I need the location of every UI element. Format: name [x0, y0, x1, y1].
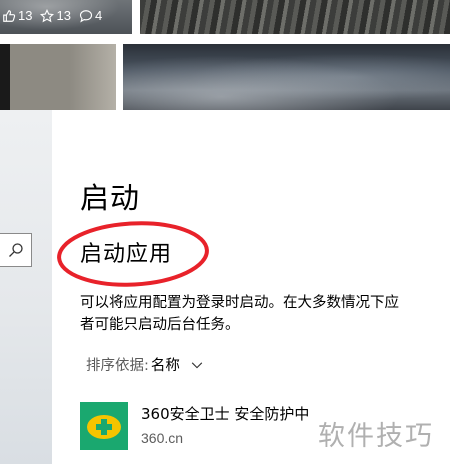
- settings-search-box[interactable]: [0, 233, 32, 267]
- like-count-value: 13: [18, 8, 33, 23]
- sort-label: 排序依据:: [86, 358, 149, 374]
- star-icon: [40, 8, 55, 22]
- photo-stats: 13 13 4: [2, 8, 102, 23]
- 360-shield-icon: [80, 402, 128, 450]
- app-name: 360安全卫士 安全防护中: [141, 405, 310, 423]
- comment-count[interactable]: 4: [79, 8, 102, 23]
- watermark: 软件技巧: [318, 421, 434, 452]
- description-line: 可以将应用配置为登录时启动。在大多数情况下应: [80, 295, 399, 311]
- favorite-count-value: 13: [56, 8, 71, 23]
- photo-thumbnail[interactable]: [0, 44, 116, 110]
- settings-nav-pane: [0, 110, 52, 464]
- photo-thumbnail[interactable]: [123, 44, 450, 110]
- comment-count-value: 4: [94, 8, 103, 23]
- comment-icon: [79, 9, 93, 22]
- chevron-down-icon: [191, 361, 203, 368]
- description-line: 者可能只启动后台任务。: [80, 317, 240, 333]
- section-title: 启动应用: [80, 242, 173, 267]
- favorite-count[interactable]: 13: [40, 8, 71, 23]
- app-publisher: 360.cn: [141, 430, 184, 446]
- like-count[interactable]: 13: [2, 8, 32, 23]
- photo-thumbnail[interactable]: [140, 0, 450, 34]
- thumbs-up-icon: [3, 9, 16, 22]
- sort-value: 名称: [150, 358, 180, 374]
- startup-description: 可以将应用配置为登录时启动。在大多数情况下应 者可能只启动后台任务。: [80, 292, 450, 336]
- page-title: 启动: [80, 181, 141, 215]
- sort-dropdown[interactable]: 排序依据: 名称: [86, 354, 204, 375]
- search-icon: [9, 243, 23, 257]
